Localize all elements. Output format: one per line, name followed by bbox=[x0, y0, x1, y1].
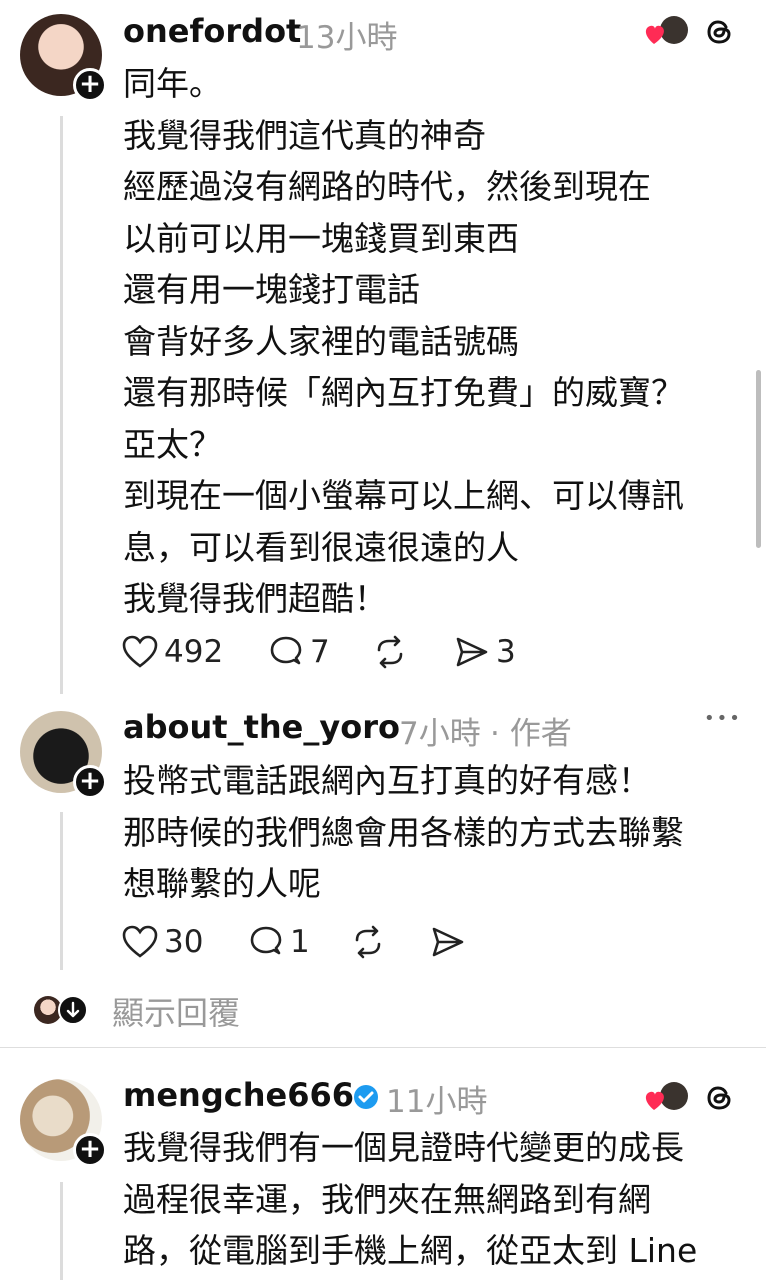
share-button[interactable]: 3 bbox=[454, 632, 516, 672]
post-line: 投幣式電話跟網內互打真的好有感！ bbox=[123, 761, 651, 800]
post-line: 以前可以用一塊錢買到東西 bbox=[123, 218, 519, 258]
send-icon bbox=[432, 927, 464, 957]
share-count: 3 bbox=[496, 634, 516, 670]
reply-button[interactable]: 1 bbox=[248, 922, 310, 962]
post-line: 會背好多人家裡的電話號碼 bbox=[123, 321, 519, 361]
heart-icon bbox=[122, 925, 158, 958]
threads-logo-icon[interactable] bbox=[703, 1081, 737, 1115]
post-body: 我覺得我們有一個見證時代變更的成長 過程很幸運，我們夾在無網路到有網 路，從電腦… bbox=[123, 1122, 697, 1277]
like-count: 30 bbox=[164, 924, 204, 960]
post-line: 經歷過沒有網路的時代，然後到現在 bbox=[123, 167, 651, 206]
scrollbar[interactable] bbox=[756, 370, 761, 548]
repost-button[interactable] bbox=[350, 922, 386, 962]
arrow-down-icon bbox=[58, 995, 88, 1025]
post-line: 想聯繫的人呢 bbox=[123, 864, 321, 903]
repost-button[interactable] bbox=[372, 632, 408, 672]
comment-icon bbox=[270, 636, 302, 665]
liked-by-avatar-icon bbox=[645, 16, 688, 44]
thread-line bbox=[60, 116, 63, 694]
username[interactable]: mengche666 bbox=[123, 1076, 354, 1114]
post-line: 到現在一個小螢幕可以上網、可以傳訊 bbox=[123, 476, 684, 515]
post-line: 亞太？ bbox=[123, 424, 222, 464]
thread-line bbox=[60, 1182, 63, 1280]
post-body: 同年。 我覺得我們這代真的神奇 經歷過沒有網路的時代，然後到現在 以前可以用一塊… bbox=[123, 58, 684, 625]
post-line: 過程很幸運，我們夾在無網路到有網 bbox=[123, 1179, 651, 1219]
send-icon bbox=[456, 637, 488, 667]
post-line: 同年。 bbox=[123, 64, 222, 103]
more-options-button[interactable]: ••• bbox=[704, 708, 742, 729]
follow-plus-button[interactable]: + bbox=[73, 765, 107, 799]
reply-button[interactable]: 7 bbox=[268, 632, 330, 672]
reply-count: 7 bbox=[310, 634, 330, 670]
post-time: 7小時 bbox=[399, 716, 481, 752]
username[interactable]: onefordot bbox=[123, 12, 301, 50]
like-button[interactable]: 492 bbox=[122, 632, 223, 672]
repost-icon bbox=[355, 925, 381, 959]
author-tag: · 作者 bbox=[490, 716, 572, 752]
thread-line bbox=[60, 812, 63, 970]
liked-by-avatar-icon bbox=[645, 1082, 688, 1110]
heart-icon bbox=[122, 635, 158, 668]
post-line: 息，可以看到很遠很遠的人 bbox=[123, 527, 519, 567]
like-button[interactable]: 30 bbox=[122, 922, 203, 962]
repost-icon bbox=[377, 635, 403, 669]
follow-plus-button[interactable]: + bbox=[73, 68, 107, 102]
like-count: 492 bbox=[164, 634, 224, 670]
follow-plus-button[interactable]: + bbox=[73, 1133, 107, 1167]
post-body: 投幣式電話跟網內互打真的好有感！ 那時候的我們總會用各樣的方式去聯繫 想聯繫的人… bbox=[123, 755, 684, 910]
reply-count: 1 bbox=[290, 924, 310, 960]
username[interactable]: about_the_yoro bbox=[123, 708, 400, 746]
post-line: 我覺得我們這代真的神奇 bbox=[123, 115, 486, 155]
post-line: 還有用一塊錢打電話 bbox=[123, 270, 420, 309]
verified-badge-icon bbox=[354, 1085, 378, 1109]
post-line: 我覺得我們有一個見證時代變更的成長 bbox=[123, 1128, 684, 1167]
post-line: 那時候的我們總會用各樣的方式去聯繫 bbox=[123, 812, 684, 852]
show-replies-label: 顯示回覆 bbox=[112, 994, 241, 1032]
post-line: 路，從電腦到手機上網，從亞太到 Line bbox=[123, 1231, 698, 1270]
post-time: 13小時 bbox=[296, 20, 398, 56]
threads-logo-icon[interactable] bbox=[703, 15, 737, 49]
share-button[interactable] bbox=[430, 922, 466, 962]
divider bbox=[0, 1047, 766, 1048]
comment-icon bbox=[250, 926, 282, 955]
post-time: 11小時 bbox=[386, 1084, 488, 1120]
post-line: 還有那時候「網內互打免費」的威寶？ bbox=[123, 373, 684, 412]
post-line: 我覺得我們超酷！ bbox=[123, 579, 387, 618]
